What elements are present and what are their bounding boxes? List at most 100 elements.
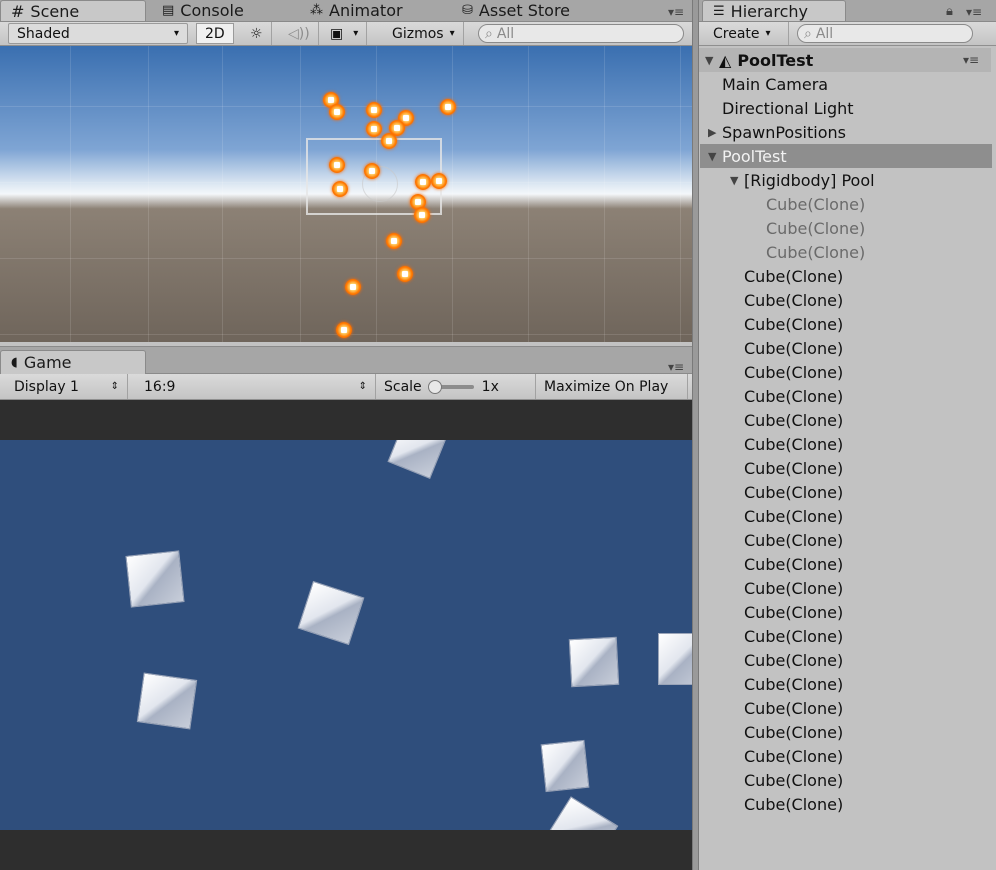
hierarchy-item[interactable]: Cube(Clone) (700, 192, 992, 216)
grid-line (0, 106, 692, 107)
scale-label: Scale (384, 378, 422, 395)
hierarchy-item[interactable]: Cube(Clone) (700, 312, 992, 336)
grid-line (222, 46, 223, 342)
scene-panel-menu-icon[interactable]: ▾≡ (668, 5, 684, 19)
expanded-triangle-icon[interactable]: ▼ (708, 150, 722, 163)
hierarchy-item[interactable]: Cube(Clone) (700, 240, 992, 264)
hierarchy-item[interactable]: Cube(Clone) (700, 432, 992, 456)
scale-slider[interactable] (427, 379, 474, 394)
hierarchy-item[interactable]: Cube(Clone) (700, 600, 992, 624)
hierarchy-item[interactable]: Cube(Clone) (700, 504, 992, 528)
scene-header-row[interactable]: ▼ ◭ PoolTest ▾≡ (699, 48, 991, 72)
scene-viewport[interactable] (0, 46, 692, 342)
grid-line (528, 46, 529, 342)
cube-gizmo-icon[interactable] (364, 163, 380, 179)
hierarchy-item-label: Cube(Clone) (744, 770, 844, 790)
hierarchy-item[interactable]: Cube(Clone) (700, 408, 992, 432)
hierarchy-item[interactable]: Main Camera (700, 72, 992, 96)
collapsed-triangle-icon[interactable]: ▶ (708, 126, 722, 139)
hierarchy-item[interactable]: Cube(Clone) (700, 672, 992, 696)
hierarchy-item-label: Cube(Clone) (744, 650, 844, 670)
asset-store-icon: ⛁ (462, 3, 473, 18)
effects-toggle[interactable]: ▣ ▾ (322, 22, 368, 45)
cube-gizmo-icon[interactable] (440, 99, 456, 115)
scene-search-placeholder: All (496, 25, 515, 42)
chevron-down-icon: ▾ (173, 28, 179, 39)
tab-console[interactable]: ▤ Console (152, 0, 254, 21)
hierarchy-item[interactable]: Cube(Clone) (700, 360, 992, 384)
hierarchy-item[interactable]: Cube(Clone) (700, 264, 992, 288)
rendered-cube (136, 672, 198, 730)
hierarchy-item[interactable]: Cube(Clone) (700, 456, 992, 480)
cube-gizmo-icon[interactable] (336, 322, 352, 338)
cube-gizmo-icon[interactable] (366, 121, 382, 137)
tab-scene[interactable]: # Scene (0, 0, 146, 21)
cube-gizmo-icon[interactable] (329, 157, 345, 173)
shading-mode-label: Shaded (17, 25, 70, 42)
tab-hierarchy[interactable]: ☰ Hierarchy (702, 0, 846, 21)
hierarchy-item[interactable]: Cube(Clone) (700, 720, 992, 744)
hierarchy-item-label: Cube(Clone) (744, 290, 844, 310)
hierarchy-item[interactable]: Cube(Clone) (700, 384, 992, 408)
cube-gizmo-icon[interactable] (366, 102, 382, 118)
hierarchy-item[interactable]: Cube(Clone) (700, 480, 992, 504)
rendered-cube (658, 633, 692, 685)
cube-gizmo-icon[interactable] (415, 174, 431, 190)
hierarchy-item[interactable]: Cube(Clone) (700, 552, 992, 576)
hierarchy-item-label: Cube(Clone) (744, 386, 844, 406)
hierarchy-item[interactable]: Cube(Clone) (700, 744, 992, 768)
hierarchy-search-input[interactable]: ⌕ All (797, 24, 973, 43)
expanded-triangle-icon[interactable]: ▼ (705, 54, 719, 67)
hierarchy-item[interactable]: Cube(Clone) (700, 648, 992, 672)
panel-divider[interactable] (692, 0, 699, 870)
hierarchy-item-label: Cube(Clone) (744, 794, 844, 814)
audio-toggle[interactable]: ◁)) (280, 22, 319, 45)
cube-gizmo-icon[interactable] (386, 233, 402, 249)
cube-gizmo-icon[interactable] (397, 266, 413, 282)
hierarchy-item[interactable]: Cube(Clone) (700, 288, 992, 312)
hierarchy-item[interactable]: Cube(Clone) (700, 576, 992, 600)
scale-slider-thumb[interactable] (427, 379, 442, 394)
scene-menu-icon[interactable]: ▾≡ (963, 53, 979, 67)
hierarchy-item[interactable]: Cube(Clone) (700, 336, 992, 360)
tab-asset-store[interactable]: ⛁ Asset Store (452, 0, 581, 21)
game-panel-menu-icon[interactable]: ▾≡ (668, 360, 684, 374)
game-viewport[interactable] (0, 400, 692, 870)
cube-gizmo-icon[interactable] (431, 173, 447, 189)
hierarchy-item[interactable]: Cube(Clone) (700, 768, 992, 792)
hierarchy-item[interactable]: ▶ SpawnPositions (700, 120, 992, 144)
cube-gizmo-icon[interactable] (332, 181, 348, 197)
hierarchy-item[interactable]: Cube(Clone) (700, 792, 992, 816)
hierarchy-item[interactable]: ▼ [Rigidbody] Pool (700, 168, 992, 192)
tab-game[interactable]: ◖ Game (0, 350, 146, 374)
lighting-toggle[interactable]: ☼ (242, 22, 272, 45)
hierarchy-item-label: Main Camera (722, 74, 829, 94)
cube-gizmo-icon[interactable] (345, 279, 361, 295)
mode-2d-toggle[interactable]: 2D (196, 23, 234, 44)
shading-mode-dropdown[interactable]: Shaded ▾ (8, 23, 188, 44)
hierarchy-item[interactable]: Cube(Clone) (700, 216, 992, 240)
create-label: Create (713, 25, 760, 42)
hierarchy-item-label: Cube(Clone) (766, 194, 866, 214)
maximize-on-play-toggle[interactable]: Maximize On Play (536, 374, 688, 399)
hierarchy-item[interactable]: ▼ PoolTest (700, 144, 992, 168)
display-dropdown[interactable]: Display 1 ⇕ (6, 374, 128, 399)
hierarchy-item-label: Cube(Clone) (744, 674, 844, 694)
cube-gizmo-icon[interactable] (414, 207, 430, 223)
cube-gizmo-icon[interactable] (381, 133, 397, 149)
hierarchy-item[interactable]: Cube(Clone) (700, 696, 992, 720)
tab-animator[interactable]: ⁂ Animator (300, 0, 413, 21)
gizmos-label: Gizmos (392, 25, 444, 42)
create-dropdown[interactable]: Create ▾ (705, 22, 789, 45)
aspect-dropdown[interactable]: 16:9 ⇕ (136, 374, 376, 399)
rendered-cube (125, 550, 185, 608)
cube-gizmo-icon[interactable] (329, 104, 345, 120)
lock-icon[interactable]: 🔒︎ (946, 4, 953, 19)
gizmos-dropdown[interactable]: Gizmos ▾ (384, 22, 464, 45)
hierarchy-item[interactable]: Cube(Clone) (700, 528, 992, 552)
hierarchy-item[interactable]: Directional Light (700, 96, 992, 120)
expanded-triangle-icon[interactable]: ▼ (730, 174, 744, 187)
hierarchy-panel-menu-icon[interactable]: ▾≡ (966, 5, 982, 19)
scene-search-input[interactable]: ⌕ All (478, 24, 684, 43)
hierarchy-item[interactable]: Cube(Clone) (700, 624, 992, 648)
